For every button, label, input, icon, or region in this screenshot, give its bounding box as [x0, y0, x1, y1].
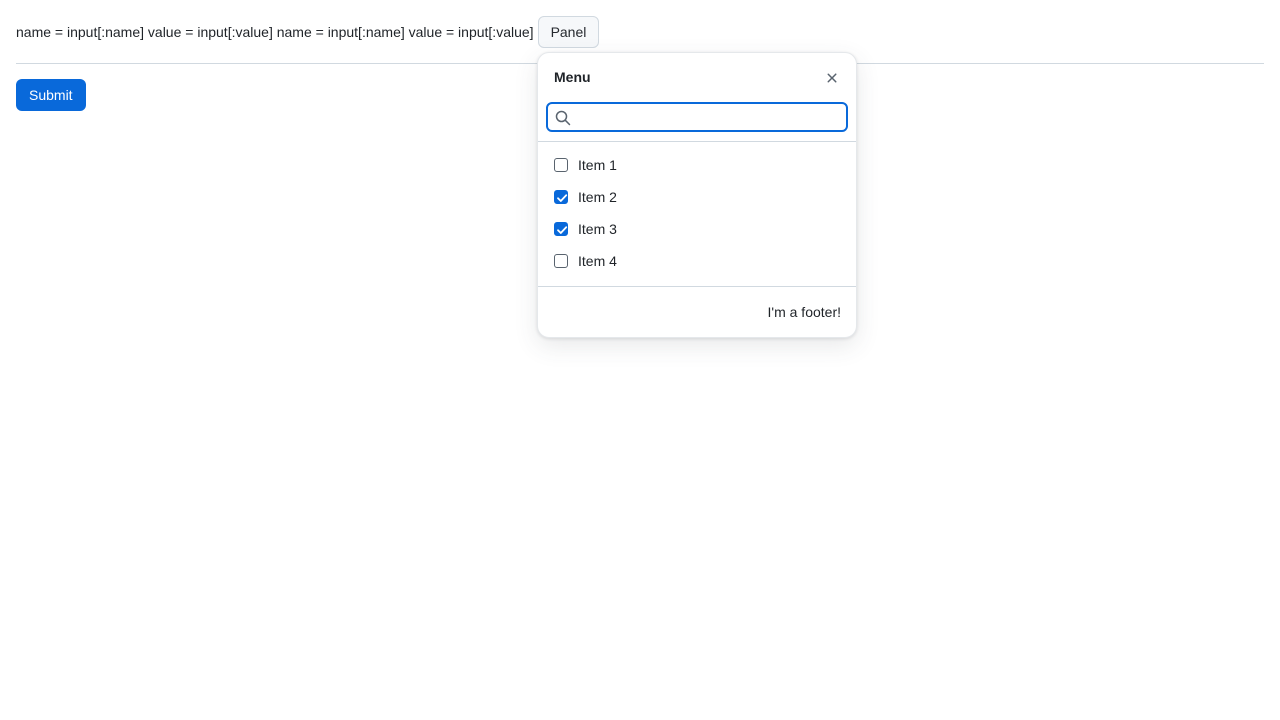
item-checkbox[interactable] [554, 158, 568, 172]
list-item[interactable]: Item 2 [538, 181, 856, 213]
panel-button[interactable]: Panel [537, 16, 600, 48]
panel-footer: I'm a footer! [767, 304, 841, 320]
item-list: Item 1 Item 2 Item 3 Item 4 [538, 149, 856, 277]
item-label: Item 2 [578, 189, 617, 205]
item-checkbox[interactable] [554, 190, 568, 204]
page: name = input[:name] value = input[:value… [0, 0, 1280, 720]
panel-title: Menu [554, 69, 591, 85]
checkmark-icon [557, 194, 568, 202]
submit-button[interactable]: Submit [16, 79, 86, 111]
checkmark-icon [557, 226, 568, 234]
panel-header: Menu [538, 53, 856, 101]
close-button[interactable] [822, 68, 842, 88]
list-item[interactable]: Item 4 [538, 245, 856, 277]
item-checkbox[interactable] [554, 254, 568, 268]
list-divider-bottom [538, 286, 856, 287]
debug-output-text: name = input[:name] value = input[:value… [16, 24, 534, 40]
item-label: Item 1 [578, 157, 617, 173]
search-field[interactable] [546, 102, 848, 132]
list-item[interactable]: Item 3 [538, 213, 856, 245]
item-label: Item 4 [578, 253, 617, 269]
search-icon [555, 110, 571, 126]
search-input[interactable] [578, 106, 842, 128]
top-row: name = input[:name] value = input[:value… [16, 16, 600, 48]
list-divider-top [538, 141, 856, 142]
item-checkbox[interactable] [554, 222, 568, 236]
close-icon [827, 73, 837, 83]
list-item[interactable]: Item 1 [538, 149, 856, 181]
menu-panel: Menu Item 1 Item 2 Item 3 Item 4 I'm a foot… [537, 52, 857, 338]
item-label: Item 3 [578, 221, 617, 237]
